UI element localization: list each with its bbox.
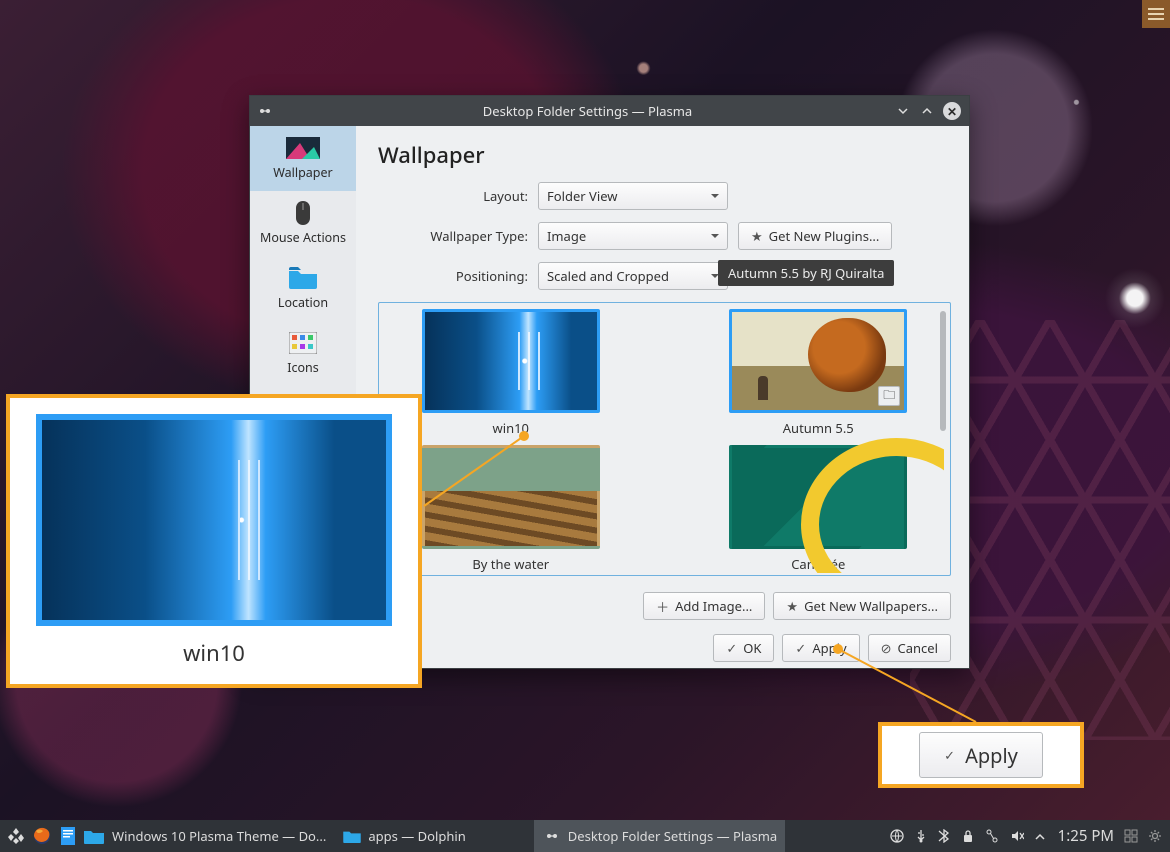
callout-thumb-label: win10 bbox=[183, 638, 245, 668]
wallpaper-grid: win10 🗀 Autumn 5.5 By the water bbox=[378, 302, 951, 576]
positioning-label: Positioning: bbox=[378, 267, 528, 285]
titlebar[interactable]: Desktop Folder Settings — Plasma ✕ bbox=[250, 96, 969, 126]
wallpaper-icon bbox=[286, 136, 320, 160]
task-label: apps — Dolphin bbox=[368, 827, 465, 845]
check-icon: ✓ bbox=[944, 746, 955, 764]
clock[interactable]: 1:25 PM bbox=[1058, 826, 1114, 846]
wallpaper-label: win10 bbox=[493, 419, 529, 437]
layout-label: Layout: bbox=[378, 187, 528, 205]
scrollbar[interactable] bbox=[940, 311, 946, 431]
cancel-icon: ⊘ bbox=[881, 639, 892, 657]
window-title: Desktop Folder Settings — Plasma bbox=[280, 102, 895, 120]
sidebar-item-icons[interactable]: Icons bbox=[250, 321, 356, 386]
wallpaper-item-by-the-water[interactable]: By the water bbox=[397, 445, 625, 573]
callout-wallpaper-zoom: win10 bbox=[6, 394, 422, 688]
positioning-select[interactable]: Scaled and Cropped bbox=[538, 262, 728, 290]
open-containing-folder-icon[interactable]: 🗀 bbox=[878, 386, 900, 406]
wallpaper-thumb[interactable] bbox=[422, 445, 600, 549]
wallpaper-type-select[interactable]: Image bbox=[538, 222, 728, 250]
callout-thumb bbox=[36, 414, 392, 626]
wallpaper-label: Autumn 5.5 bbox=[783, 419, 854, 437]
minimize-button[interactable] bbox=[895, 103, 911, 119]
task-label: Desktop Folder Settings — Plasma bbox=[568, 827, 777, 845]
get-new-wallpapers-button[interactable]: ★Get New Wallpapers... bbox=[773, 592, 951, 620]
app-launcher-icon[interactable] bbox=[6, 826, 26, 846]
wallpaper-thumb[interactable]: 🗀 bbox=[729, 309, 907, 413]
volume-icon[interactable] bbox=[1010, 829, 1024, 843]
plasma-menu-button[interactable] bbox=[1142, 0, 1170, 28]
taskbar-task-2[interactable]: apps — Dolphin bbox=[334, 820, 473, 852]
chevron-up-icon[interactable] bbox=[1034, 829, 1048, 843]
star-icon: ★ bbox=[751, 227, 763, 245]
settings-icon[interactable] bbox=[1148, 829, 1162, 843]
system-tray: 1:25 PM bbox=[890, 826, 1170, 846]
dolphin-icon bbox=[342, 826, 362, 846]
lock-icon[interactable] bbox=[962, 829, 976, 843]
sidebar-item-label: Location bbox=[278, 294, 328, 311]
callout-apply-button: ✓Apply bbox=[919, 732, 1043, 778]
wallpaper-item-autumn[interactable]: 🗀 Autumn 5.5 bbox=[705, 309, 933, 437]
maximize-button[interactable] bbox=[919, 103, 935, 119]
sidebar-item-label: Mouse Actions bbox=[260, 229, 346, 246]
plasma-icon bbox=[542, 826, 562, 846]
apply-button[interactable]: ✓Apply bbox=[782, 634, 859, 662]
check-icon: ✓ bbox=[795, 639, 806, 657]
star-icon: ★ bbox=[786, 597, 798, 615]
taskbar-task-3[interactable]: Desktop Folder Settings — Plasma bbox=[534, 820, 785, 852]
sidebar-item-wallpaper[interactable]: Wallpaper bbox=[250, 126, 356, 191]
ok-button[interactable]: ✓OK bbox=[713, 634, 774, 662]
main-panel: Wallpaper Layout: Folder View Wallpaper … bbox=[356, 126, 969, 668]
mouse-icon bbox=[286, 201, 320, 225]
wallpaper-label: By the water bbox=[472, 555, 549, 573]
bluetooth-icon[interactable] bbox=[938, 829, 952, 843]
network-icon[interactable] bbox=[890, 829, 904, 843]
clipboard-icon[interactable] bbox=[986, 829, 1000, 843]
taskbar-task-1[interactable]: Windows 10 Plasma Theme — Do... bbox=[104, 820, 334, 852]
show-desktop-icon[interactable] bbox=[1124, 829, 1138, 843]
wallpaper-thumb[interactable] bbox=[422, 309, 600, 413]
wallpaper-item-win10[interactable]: win10 bbox=[397, 309, 625, 437]
cancel-button[interactable]: ⊘Cancel bbox=[868, 634, 951, 662]
firefox-icon[interactable] bbox=[32, 826, 52, 846]
wallpaper-item-canopee[interactable]: Canopée bbox=[705, 445, 933, 573]
get-new-plugins-button[interactable]: ★Get New Plugins... bbox=[738, 222, 892, 250]
close-button[interactable]: ✕ bbox=[943, 102, 961, 120]
layout-select[interactable]: Folder View bbox=[538, 182, 728, 210]
check-icon: ✓ bbox=[726, 639, 737, 657]
add-image-button[interactable]: ＋Add Image... bbox=[643, 592, 765, 620]
taskbar[interactable]: Windows 10 Plasma Theme — Do... apps — D… bbox=[0, 820, 1170, 852]
window-icon bbox=[250, 103, 280, 119]
plus-icon: ＋ bbox=[656, 597, 669, 616]
sidebar-item-label: Wallpaper bbox=[273, 164, 332, 181]
usb-icon[interactable] bbox=[914, 829, 928, 843]
sidebar-item-mouse-actions[interactable]: Mouse Actions bbox=[250, 191, 356, 256]
callout-apply-zoom: ✓Apply bbox=[878, 722, 1084, 788]
wallpaper-thumb[interactable] bbox=[729, 445, 907, 549]
tooltip: Autumn 5.5 by RJ Quiralta bbox=[718, 260, 894, 286]
dolphin-icon[interactable] bbox=[84, 826, 104, 846]
wallpaper-type-label: Wallpaper Type: bbox=[378, 227, 528, 245]
page-title: Wallpaper bbox=[378, 140, 951, 170]
sidebar-item-label: Icons bbox=[287, 359, 319, 376]
sidebar-item-location[interactable]: Location bbox=[250, 256, 356, 321]
folder-icon bbox=[286, 266, 320, 290]
kate-icon[interactable] bbox=[58, 826, 78, 846]
icons-icon bbox=[286, 331, 320, 355]
task-label: Windows 10 Plasma Theme — Do... bbox=[112, 827, 326, 845]
